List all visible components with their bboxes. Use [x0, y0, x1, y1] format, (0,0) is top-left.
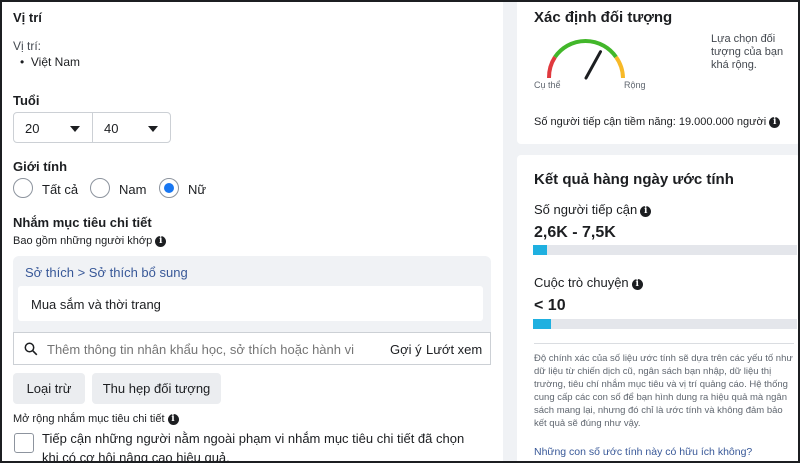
feedback-link[interactable]: Những con số ước tính này có hữu ích khô… [534, 446, 752, 458]
potential-reach: Số người tiếp cận tiềm năng: 19.000.000 … [534, 116, 781, 128]
app-frame: Vị trí Vị trí: • Việt Nam Tuổi 20 40 Giớ… [0, 0, 800, 463]
chevron-down-icon [148, 126, 158, 132]
gender-radio-female[interactable] [159, 178, 179, 198]
expansion-checkbox-label: Tiếp cận những người nằm ngoài phạm vi n… [42, 431, 465, 463]
selected-interest[interactable]: Mua sắm và thời trang [18, 286, 483, 321]
expansion-checkbox[interactable] [14, 433, 34, 453]
search-box[interactable]: Gợi ý Lướt xem [13, 332, 491, 365]
audience-gauge [546, 39, 625, 80]
gender-label-female: Nữ [188, 182, 207, 197]
include-label-text: Bao gồm những người khớp [13, 235, 153, 247]
gender-radio-all[interactable] [13, 178, 33, 198]
daily-results-card: Kết quả hàng ngày ước tính Số người tiếp… [517, 155, 798, 461]
audience-definition-title: Xác định đối tượng [534, 9, 673, 26]
daily-results-title: Kết quả hàng ngày ước tính [534, 171, 734, 188]
age-min-value: 20 [25, 121, 40, 136]
browse-link[interactable]: Lướt xem [426, 342, 482, 357]
narrow-audience-button[interactable]: Thu hẹp đối tượng [92, 373, 221, 404]
search-input[interactable] [47, 340, 357, 358]
expansion-label: Mở rộng nhắm mục tiêu chi tiết i [13, 413, 179, 425]
targeting-box: Sở thích > Sở thích bổ sung Mua sắm và t… [13, 256, 491, 332]
info-icon[interactable]: i [631, 279, 643, 290]
audience-definition-card: Xác định đối tượng Cụ thể Rộng Lựa chọn … [517, 2, 798, 144]
conversations-progress-bar [533, 319, 797, 329]
age-min-select[interactable]: 20 [13, 112, 93, 143]
gauge-left-label: Cụ thể [534, 80, 561, 90]
detailed-targeting-title: Nhắm mục tiêu chi tiết [13, 215, 152, 230]
audience-description: Lựa chọn đối tượng của bạn khá rộng. [711, 33, 784, 71]
expansion-title: Mở rộng nhắm mục tiêu chi tiết [13, 413, 165, 425]
location-item-label: Việt Nam [30, 55, 81, 69]
search-icon [24, 342, 38, 356]
location-title: Vị trí [13, 10, 42, 25]
results-divider [534, 343, 794, 344]
conversations-label: Cuộc trò chuyện i [534, 275, 643, 290]
include-label: Bao gồm những người khớp i [13, 235, 167, 247]
estimates-panel: Xác định đối tượng Cụ thể Rộng Lựa chọn … [503, 2, 798, 461]
chevron-down-icon [70, 126, 80, 132]
targeting-panel: Vị trí Vị trí: • Việt Nam Tuổi 20 40 Giớ… [2, 2, 503, 463]
age-title: Tuổi [13, 93, 40, 108]
exclude-button[interactable]: Loại trừ [13, 373, 85, 404]
gauge-needle [584, 50, 602, 80]
gender-radio-male[interactable] [90, 178, 110, 198]
age-max-value: 40 [104, 121, 119, 136]
gauge-right-label: Rộng [624, 80, 646, 90]
info-icon[interactable]: i [155, 236, 167, 247]
conversations-label-text: Cuộc trò chuyện [534, 275, 629, 290]
info-icon[interactable]: i [167, 414, 179, 425]
gender-label-all: Tất cả [42, 182, 79, 197]
reach-value: 2,6K - 7,5K [534, 224, 616, 241]
gender-title: Giới tính [13, 159, 68, 174]
selected-interest-label: Mua sắm và thời trang [31, 297, 161, 312]
reach-progress-fill [533, 245, 547, 255]
potential-reach-text: Số người tiếp cận tiềm năng: 19.000.000 … [534, 116, 767, 128]
age-max-select[interactable]: 40 [92, 112, 171, 143]
reach-progress-bar [533, 245, 797, 255]
conversations-value: < 10 [534, 297, 566, 314]
info-icon[interactable]: i [640, 206, 652, 217]
estimate-disclaimer: Độ chính xác của số liệu ước tính sẽ dựa… [534, 353, 793, 429]
location-item[interactable]: • Việt Nam [20, 55, 80, 69]
reach-label-text: Số người tiếp cận [534, 202, 638, 217]
conversations-progress-fill [533, 319, 551, 329]
location-label: Vị trí: [13, 39, 42, 53]
suggestions-link[interactable]: Gợi ý [390, 342, 422, 357]
reach-label: Số người tiếp cận i [534, 202, 652, 217]
bullet: • [20, 55, 31, 69]
breadcrumb[interactable]: Sở thích > Sở thích bổ sung [25, 265, 188, 280]
info-icon[interactable]: i [769, 117, 781, 128]
gender-label-male: Nam [119, 182, 147, 197]
